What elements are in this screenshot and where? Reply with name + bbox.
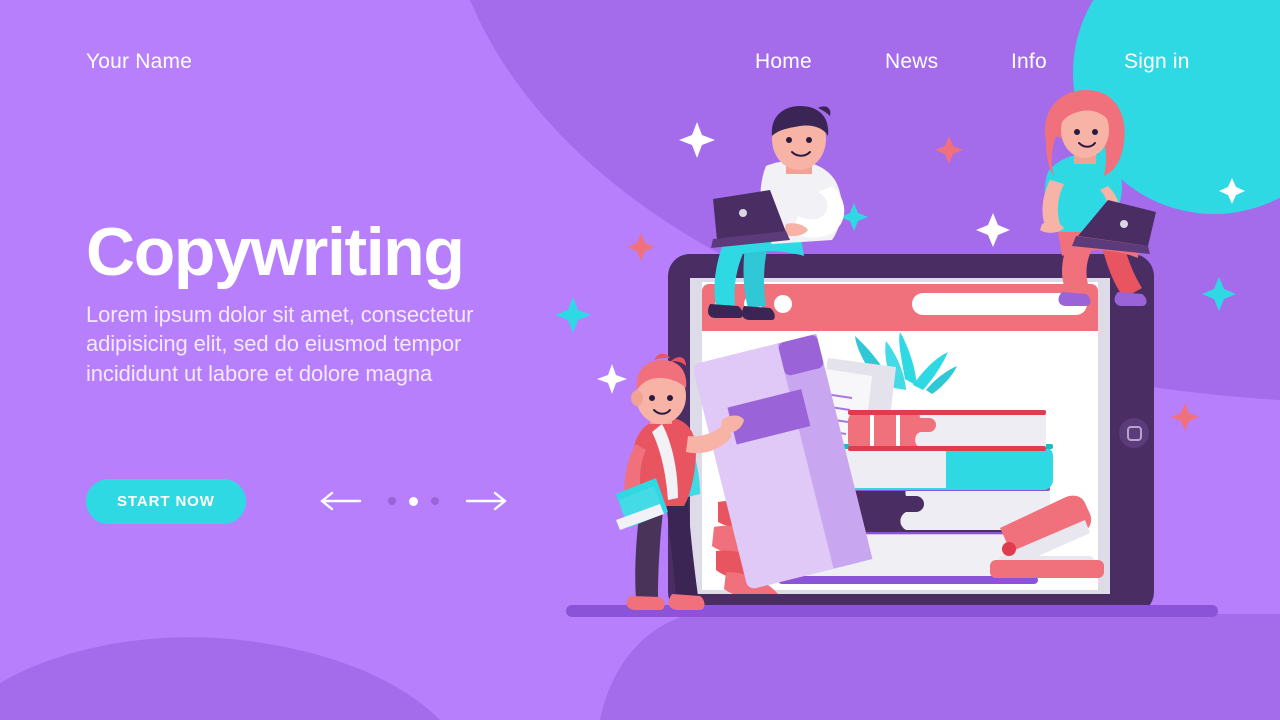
arrow-right-icon[interactable]: [465, 490, 509, 512]
arrow-left-icon[interactable]: [318, 490, 362, 512]
landing-page: Your Name Home News Info Sign in Copywri…: [0, 0, 1280, 720]
nav-item-signin[interactable]: Sign in: [1124, 50, 1190, 74]
brand-logo[interactable]: Your Name: [86, 50, 192, 74]
browser-dot: [774, 295, 792, 313]
nav-item-info[interactable]: Info: [1011, 50, 1047, 74]
hero-copy: Copywriting Lorem ipsum dolor sit amet, …: [86, 218, 556, 388]
main-navigation: Home News Info Sign in: [700, 50, 1260, 80]
stapler-pivot: [1002, 542, 1016, 556]
book-coral: [848, 410, 1046, 451]
carousel-dots: [387, 496, 439, 506]
carousel-dot-1[interactable]: [387, 497, 396, 505]
carousel-dot-3[interactable]: [430, 497, 439, 505]
nav-item-home[interactable]: Home: [755, 50, 812, 74]
hero-subtitle: Lorem ipsum dolor sit amet, consectetur …: [86, 302, 474, 386]
carousel-controls: [318, 490, 509, 512]
nav-item-news[interactable]: News: [885, 50, 938, 74]
tablet-home-button: [1119, 418, 1149, 448]
carousel-dot-2[interactable]: [408, 496, 418, 506]
site-header: Your Name Home News Info Sign in: [0, 0, 1280, 126]
cta-row: START NOW: [86, 478, 509, 524]
start-now-button[interactable]: START NOW: [86, 478, 246, 524]
browser-window: [693, 282, 1104, 594]
page-title: Copywriting: [86, 214, 465, 290]
